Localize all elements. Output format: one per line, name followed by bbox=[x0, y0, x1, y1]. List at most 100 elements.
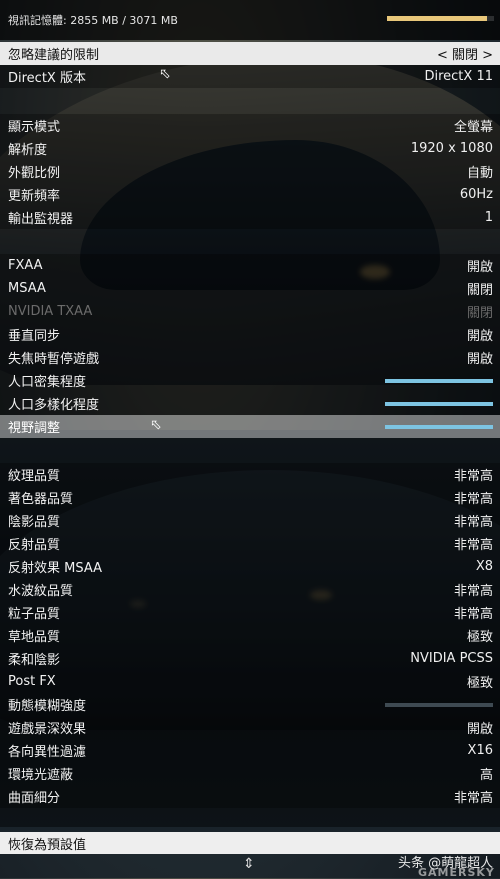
setting-label: FXAA bbox=[8, 258, 43, 273]
setting-slider[interactable] bbox=[385, 702, 493, 707]
setting-row[interactable]: 解析度 1920 x 1080 bbox=[0, 137, 500, 160]
setting-label: 垂直同步 bbox=[8, 329, 61, 344]
setting-slider-fill bbox=[385, 424, 493, 429]
setting-label: DirectX 版本 bbox=[8, 71, 86, 86]
setting-value: 極致 bbox=[466, 630, 493, 645]
setting-label: 人口密集程度 bbox=[8, 375, 87, 390]
setting-value: 高 bbox=[479, 768, 493, 783]
setting-value: 非常高 bbox=[453, 538, 493, 553]
setting-value: 非常高 bbox=[453, 791, 493, 806]
setting-value: 非常高 bbox=[453, 469, 493, 484]
setting-slider[interactable] bbox=[385, 424, 493, 429]
setting-row[interactable]: 紋理品質 非常高 bbox=[0, 463, 500, 486]
setting-label: 陰影品質 bbox=[8, 515, 61, 530]
setting-label: 動態模糊強度 bbox=[8, 699, 87, 714]
setting-row[interactable]: 視野調整 bbox=[0, 415, 500, 438]
setting-label: 反射品質 bbox=[8, 538, 61, 553]
setting-label: 輸出監視器 bbox=[8, 212, 74, 227]
setting-label: 粒子品質 bbox=[8, 607, 61, 622]
setting-value: DirectX 11 bbox=[424, 69, 493, 84]
setting-value: 極致 bbox=[466, 676, 493, 691]
setting-row[interactable]: DirectX 版本 DirectX 11 bbox=[0, 65, 500, 88]
setting-label: 環境光遮蔽 bbox=[8, 768, 74, 783]
setting-row[interactable]: 曲面細分 非常高 bbox=[0, 785, 500, 808]
setting-label: 顯示模式 bbox=[8, 120, 61, 135]
setting-row[interactable]: 失焦時暫停遊戲 開啟 bbox=[0, 346, 500, 369]
setting-label: 曲面細分 bbox=[8, 791, 61, 806]
setting-value: 1920 x 1080 bbox=[410, 141, 493, 156]
setting-row[interactable]: 各向異性過濾 X16 bbox=[0, 739, 500, 762]
setting-row[interactable]: 動態模糊強度 bbox=[0, 693, 500, 716]
graphics-settings-panel: 視訊記憶體: 2855 MB / 3071 MB 忽略建議的限制 < 關閉 > Di… bbox=[0, 0, 500, 879]
setting-row[interactable]: Post FX 極致 bbox=[0, 670, 500, 693]
video-memory-label: 視訊記憶體: 2855 MB / 3071 MB bbox=[8, 14, 178, 27]
setting-value: 開啟 bbox=[466, 260, 493, 275]
setting-value: 開啟 bbox=[466, 329, 493, 344]
setting-value: 非常高 bbox=[453, 515, 493, 530]
setting-value: 關閉 bbox=[466, 283, 493, 298]
setting-value: 非常高 bbox=[453, 492, 493, 507]
setting-row[interactable]: 環境光遮蔽 高 bbox=[0, 762, 500, 785]
reset-defaults-button[interactable]: 恢復為預設值 bbox=[0, 832, 500, 854]
setting-label: 遊戲景深效果 bbox=[8, 722, 87, 737]
setting-row[interactable]: MSAA 關閉 bbox=[0, 277, 500, 300]
setting-label: 失焦時暫停遊戲 bbox=[8, 352, 100, 367]
setting-value: 開啟 bbox=[466, 352, 493, 367]
setting-label: MSAA bbox=[8, 281, 46, 296]
setting-row[interactable]: 輸出監視器 1 bbox=[0, 206, 500, 229]
mouse-cursor-icon: ⬁ bbox=[159, 66, 171, 82]
setting-row[interactable]: 反射品質 非常高 bbox=[0, 532, 500, 555]
setting-row[interactable]: 陰影品質 非常高 bbox=[0, 509, 500, 532]
setting-value: X8 bbox=[475, 559, 493, 574]
setting-value: 60Hz bbox=[459, 187, 493, 202]
setting-row[interactable]: 粒子品質 非常高 bbox=[0, 601, 500, 624]
setting-row[interactable]: 外觀比例 自動 bbox=[0, 160, 500, 183]
setting-row[interactable]: FXAA 開啟 bbox=[0, 254, 500, 277]
setting-row[interactable]: 水波紋品質 非常高 bbox=[0, 578, 500, 601]
scroll-updown-icon[interactable]: ⇕ bbox=[243, 857, 255, 871]
setting-label: NVIDIA TXAA bbox=[8, 304, 93, 319]
setting-row[interactable]: 顯示模式 全螢幕 bbox=[0, 114, 500, 137]
setting-slider[interactable] bbox=[385, 378, 493, 383]
setting-value: NVIDIA PCSS bbox=[410, 651, 493, 666]
video-memory-bar: 視訊記憶體: 2855 MB / 3071 MB bbox=[0, 0, 500, 40]
setting-value: 自動 bbox=[466, 166, 493, 181]
setting-row[interactable]: 柔和陰影 NVIDIA PCSS bbox=[0, 647, 500, 670]
setting-label: 草地品質 bbox=[8, 630, 61, 645]
setting-label: 各向異性過濾 bbox=[8, 745, 87, 760]
setting-row[interactable]: 著色器品質 非常高 bbox=[0, 486, 500, 509]
setting-slider[interactable] bbox=[385, 401, 493, 406]
mouse-cursor-icon: ⬁ bbox=[150, 417, 162, 433]
setting-slider-fill bbox=[385, 401, 493, 406]
setting-label: Post FX bbox=[8, 674, 56, 689]
setting-value: 全螢幕 bbox=[453, 120, 493, 135]
setting-row[interactable]: 忽略建議的限制 < 關閉 > bbox=[0, 42, 500, 65]
setting-row[interactable]: 更新頻率 60Hz bbox=[0, 183, 500, 206]
setting-row: NVIDIA TXAA 關閉 bbox=[0, 300, 500, 323]
setting-value: 非常高 bbox=[453, 584, 493, 599]
setting-label: 解析度 bbox=[8, 143, 48, 158]
setting-label: 更新頻率 bbox=[8, 189, 61, 204]
setting-row[interactable]: 垂直同步 開啟 bbox=[0, 323, 500, 346]
setting-label: 反射效果 MSAA bbox=[8, 561, 102, 576]
reset-defaults-label: 恢復為預設值 bbox=[8, 837, 87, 853]
setting-label: 外觀比例 bbox=[8, 166, 61, 181]
setting-label: 忽略建議的限制 bbox=[8, 48, 100, 63]
setting-value: X16 bbox=[467, 743, 493, 758]
setting-label: 水波紋品質 bbox=[8, 584, 74, 599]
video-memory-meter bbox=[387, 16, 494, 21]
setting-label: 人口多樣化程度 bbox=[8, 398, 100, 413]
watermark-logo: GAMERSKY bbox=[418, 866, 495, 879]
setting-value: 開啟 bbox=[466, 722, 493, 737]
setting-row[interactable]: 遊戲景深效果 開啟 bbox=[0, 716, 500, 739]
video-memory-fill bbox=[387, 16, 487, 21]
setting-label: 著色器品質 bbox=[8, 492, 74, 507]
settings-list: 忽略建議的限制 < 關閉 > DirectX 版本 DirectX 11 顯示模式 全螢幕… bbox=[0, 42, 500, 827]
setting-row[interactable]: 人口密集程度 bbox=[0, 369, 500, 392]
setting-value: 1 bbox=[484, 210, 493, 225]
setting-slider-fill bbox=[385, 378, 493, 383]
setting-row[interactable]: 反射效果 MSAA X8 bbox=[0, 555, 500, 578]
setting-row[interactable]: 人口多樣化程度 bbox=[0, 392, 500, 415]
setting-row[interactable]: 草地品質 極致 bbox=[0, 624, 500, 647]
setting-value: 非常高 bbox=[453, 607, 493, 622]
